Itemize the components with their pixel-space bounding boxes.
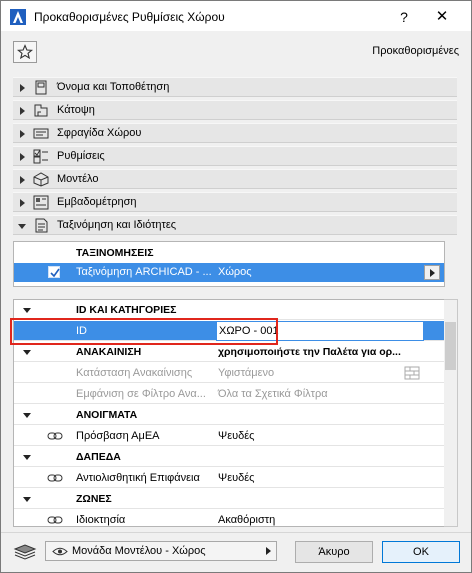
preset-label: Προκαθορισμένες — [372, 45, 459, 57]
footer-divider — [1, 532, 471, 533]
classification-row[interactable]: Ταξινόμηση ARCHICAD - ... Χώρος — [14, 263, 444, 282]
link-icon — [47, 474, 63, 482]
id-highlight-box — [10, 318, 278, 345]
group-name: ΑΝΑΚΑΙΝΙΣΗ — [76, 346, 142, 358]
floor-plan-icon — [34, 104, 48, 117]
chevron-down-icon — [23, 497, 31, 502]
panel-label: Σφραγίδα Χώρου — [57, 127, 142, 139]
property-value: Υφιστάμενο — [218, 367, 275, 379]
ok-button[interactable]: OK — [382, 541, 460, 563]
panel-settings[interactable]: Ρυθμίσεις — [13, 146, 457, 166]
help-button[interactable]: ? — [389, 6, 419, 28]
chevron-down-icon — [23, 413, 31, 418]
classifications-header: ΤΑΞΙΝΟΜΗΣΕΙΣ — [76, 247, 154, 259]
chevron-right-icon — [20, 130, 25, 138]
panel-name-position[interactable]: Όνομα και Τοποθέτηση — [13, 77, 457, 97]
property-value: Ψευδές — [218, 430, 255, 442]
group-name: ΔΑΠΕΔΑ — [76, 451, 121, 463]
panel-label: Ρυθμίσεις — [57, 150, 105, 162]
panel-zone-stamp[interactable]: Σφραγίδα Χώρου — [13, 123, 457, 143]
panel-label: Όνομα και Τοποθέτηση — [57, 81, 170, 93]
name-position-icon — [35, 80, 47, 95]
layers-icon[interactable] — [13, 543, 37, 561]
property-row-ownership[interactable]: Ιδιοκτησία Ακαθόριστη — [14, 510, 444, 526]
property-row-renovation-filter: Εμφάνιση σε Φίλτρο Ανα... Όλα τα Σχετικά… — [14, 384, 444, 404]
property-label: Ιδιοκτησία — [76, 514, 126, 526]
panel-classification-properties[interactable]: Ταξινόμηση και Ιδιότητες — [13, 215, 457, 235]
view-dropdown[interactable]: Μονάδα Μοντέλου - Χώρος — [45, 541, 277, 561]
group-name: ΖΩΝΕΣ — [76, 493, 112, 505]
chevron-right-icon — [20, 176, 25, 184]
panel-floor-plan[interactable]: Κάτοψη — [13, 100, 457, 120]
archicad-app-icon — [10, 9, 26, 25]
close-button[interactable]: ✕ — [427, 6, 457, 28]
chevron-right-icon — [266, 547, 271, 555]
panel-label: Μοντέλο — [57, 173, 99, 185]
zone-default-settings-dialog: Προκαθορισμένες Ρυθμίσεις Χώρου ? ✕ Προκ… — [0, 0, 472, 573]
chevron-down-icon — [23, 308, 31, 313]
chevron-right-icon — [20, 153, 25, 161]
group-name: ID ΚΑΙ ΚΑΤΗΓΟΡΙΕΣ — [76, 304, 177, 316]
property-label: Εμφάνιση σε Φίλτρο Ανα... — [76, 388, 206, 400]
model-icon — [33, 172, 49, 187]
panel-model[interactable]: Μοντέλο — [13, 169, 457, 189]
property-label: Κατάσταση Ανακαίνισης — [76, 367, 193, 379]
checkmark-icon — [50, 268, 60, 278]
chevron-down-icon — [23, 455, 31, 460]
group-value: χρησιμοποιήστε την Παλέτα για ορ... — [218, 346, 401, 358]
classification-system: Ταξινόμηση ARCHICAD - ... — [76, 266, 212, 278]
chevron-down-icon — [23, 350, 31, 355]
link-icon — [47, 432, 63, 440]
chevron-down-icon — [18, 224, 26, 229]
panel-label: Εμβαδομέτρηση — [57, 196, 137, 208]
classification-list: ΤΑΞΙΝΟΜΗΣΕΙΣ Ταξινόμηση ARCHICAD - ... Χ… — [13, 241, 445, 287]
link-icon — [47, 516, 63, 524]
properties-scrollbar[interactable] — [444, 299, 458, 527]
favorites-button[interactable] — [13, 41, 37, 63]
chevron-right-icon — [20, 199, 25, 207]
chevron-right-icon — [20, 107, 25, 115]
property-value: Όλα τα Σχετικά Φίλτρα — [218, 388, 328, 400]
property-group-floors[interactable]: ΔΑΠΕΔΑ — [14, 447, 444, 467]
property-row-anti-slip[interactable]: Αντιολισθητική Επιφάνεια Ψευδές — [14, 468, 444, 488]
settings-icon — [33, 149, 48, 164]
area-calc-icon — [33, 195, 49, 210]
cancel-button[interactable]: Άκυρο — [295, 541, 373, 563]
brick-wall-icon — [404, 366, 420, 380]
property-label: Αντιολισθητική Επιφάνεια — [76, 472, 200, 484]
panel-label: Ταξινόμηση και Ιδιότητες — [57, 219, 177, 231]
property-value: Ψευδές — [218, 472, 255, 484]
property-row-accessibility[interactable]: Πρόσβαση ΑμΕΑ Ψευδές — [14, 426, 444, 446]
property-label: Πρόσβαση ΑμΕΑ — [76, 430, 160, 442]
window-title: Προκαθορισμένες Ρυθμίσεις Χώρου — [34, 10, 225, 24]
property-group-openings[interactable]: ΑΝΟΙΓΜΑΤΑ — [14, 405, 444, 425]
classification-checkbox[interactable] — [48, 266, 60, 278]
property-group-id-categories[interactable]: ID ΚΑΙ ΚΑΤΗΓΟΡΙΕΣ — [14, 300, 444, 320]
chevron-right-icon — [20, 84, 25, 92]
classification-value: Χώρος — [218, 266, 252, 278]
property-group-zones[interactable]: ΖΩΝΕΣ — [14, 489, 444, 509]
title-bar: Προκαθορισμένες Ρυθμίσεις Χώρου ? ✕ — [1, 1, 471, 31]
panel-label: Κάτοψη — [57, 104, 95, 116]
scrollbar-thumb[interactable] — [445, 322, 456, 370]
classification-picker-button[interactable] — [424, 265, 440, 280]
star-icon — [17, 44, 33, 60]
property-value: Ακαθόριστη — [218, 514, 276, 526]
zone-stamp-icon — [33, 128, 49, 139]
classification-icon — [35, 218, 48, 233]
eye-icon — [52, 547, 68, 556]
group-name: ΑΝΟΙΓΜΑΤΑ — [76, 409, 138, 421]
panel-area-calculation[interactable]: Εμβαδομέτρηση — [13, 192, 457, 212]
property-group-renovation[interactable]: ΑΝΑΚΑΙΝΙΣΗ χρησιμοποιήστε την Παλέτα για… — [14, 342, 444, 362]
property-row-renovation-status: Κατάσταση Ανακαίνισης Υφιστάμενο — [14, 363, 444, 383]
view-dropdown-label: Μονάδα Μοντέλου - Χώρος — [72, 545, 206, 557]
